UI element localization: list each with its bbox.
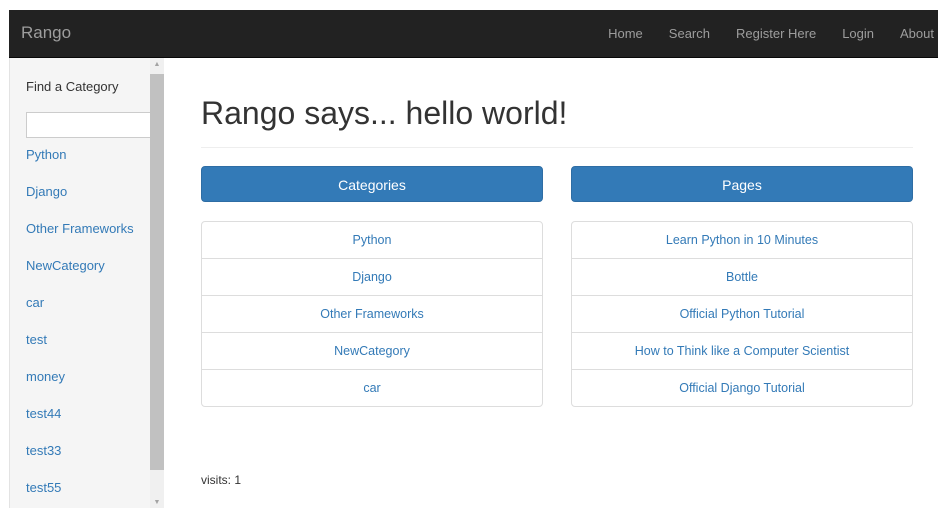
visits-counter: visits: 1 xyxy=(201,473,242,487)
categories-button[interactable]: Categories xyxy=(201,166,543,202)
sidebar-scrollbar-thumb[interactable] xyxy=(150,74,164,470)
sidebar: Find a Category Python Django Other Fram… xyxy=(9,58,164,508)
nav-register-link[interactable]: Register Here xyxy=(723,10,829,57)
nav-login-link[interactable]: Login xyxy=(829,10,887,57)
brand-link[interactable]: Rango xyxy=(21,23,71,43)
nav-home-link[interactable]: Home xyxy=(595,10,656,57)
sidebar-item-test33[interactable]: test33 xyxy=(26,432,146,469)
top-navbar: Rango Home Search Register Here Login Ab… xyxy=(9,10,938,58)
category-link-django[interactable]: Django xyxy=(202,258,542,295)
sidebar-item-python[interactable]: Python xyxy=(26,136,146,173)
main-content: Rango says... hello world! Categories Pa… xyxy=(201,58,913,508)
category-link-python[interactable]: Python xyxy=(202,222,542,258)
sidebar-item-test55[interactable]: test55 xyxy=(26,469,146,506)
find-category-label: Find a Category xyxy=(26,79,119,94)
page-link-bottle[interactable]: Bottle xyxy=(572,258,912,295)
sidebar-item-django[interactable]: Django xyxy=(26,173,146,210)
category-link-car[interactable]: car xyxy=(202,369,542,406)
nav-about-link[interactable]: About xyxy=(887,10,938,57)
sidebar-item-test[interactable]: test xyxy=(26,321,146,358)
pages-button[interactable]: Pages xyxy=(571,166,913,202)
heading-divider xyxy=(201,147,913,148)
sidebar-item-money[interactable]: money xyxy=(26,358,146,395)
page-link-official-django-tutorial[interactable]: Official Django Tutorial xyxy=(572,369,912,406)
page-link-learn-python[interactable]: Learn Python in 10 Minutes xyxy=(572,222,912,258)
sidebar-item-newcategory[interactable]: NewCategory xyxy=(26,247,146,284)
scroll-up-arrow-icon[interactable]: ▲ xyxy=(150,58,164,72)
category-search-input[interactable] xyxy=(26,112,154,138)
sidebar-category-list: Python Django Other Frameworks NewCatego… xyxy=(26,136,146,506)
nav-links: Home Search Register Here Login About xyxy=(595,10,938,57)
sidebar-item-other-frameworks[interactable]: Other Frameworks xyxy=(26,210,146,247)
sidebar-item-test44[interactable]: test44 xyxy=(26,395,146,432)
scroll-down-arrow-icon[interactable]: ▼ xyxy=(150,496,164,508)
pages-list: Learn Python in 10 Minutes Bottle Offici… xyxy=(571,221,913,407)
nav-search-link[interactable]: Search xyxy=(656,10,723,57)
page-link-official-python-tutorial[interactable]: Official Python Tutorial xyxy=(572,295,912,332)
page-heading: Rango says... hello world! xyxy=(201,95,568,131)
sidebar-item-car[interactable]: car xyxy=(26,284,146,321)
category-link-newcategory[interactable]: NewCategory xyxy=(202,332,542,369)
page-link-think-like-computer-scientist[interactable]: How to Think like a Computer Scientist xyxy=(572,332,912,369)
category-link-other-frameworks[interactable]: Other Frameworks xyxy=(202,295,542,332)
categories-list: Python Django Other Frameworks NewCatego… xyxy=(201,221,543,407)
